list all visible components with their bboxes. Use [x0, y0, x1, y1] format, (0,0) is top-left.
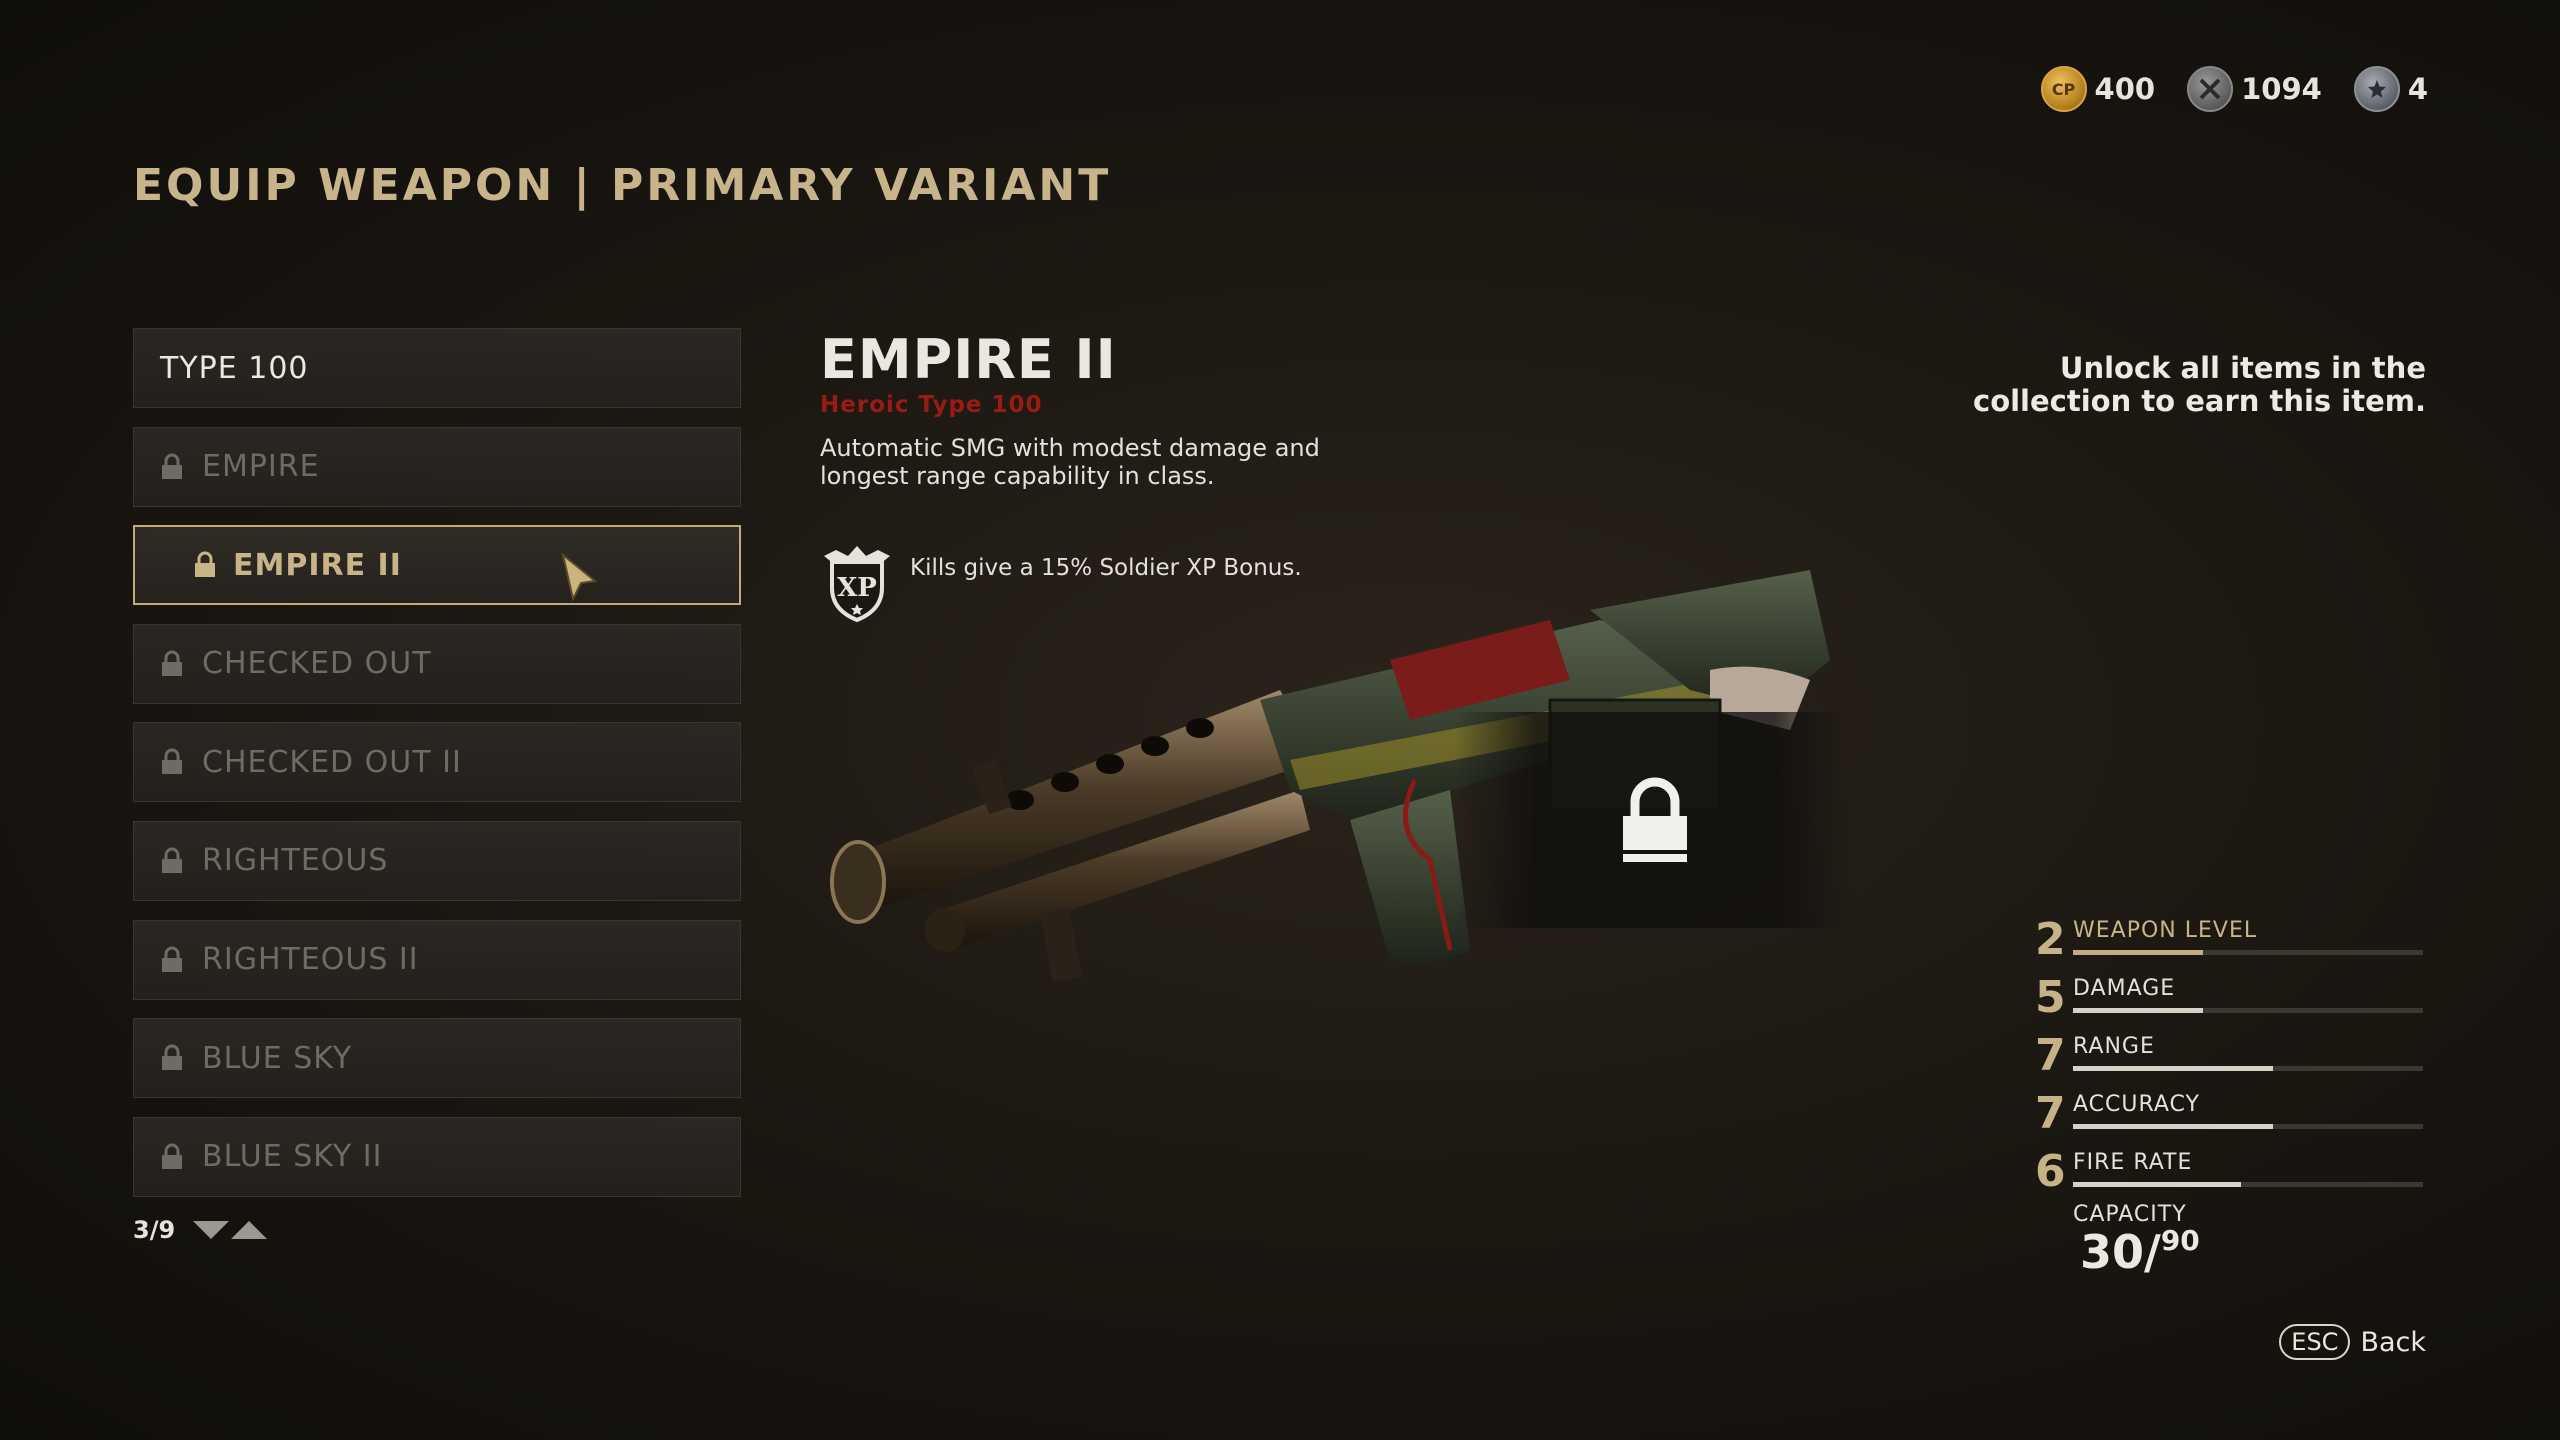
lock-icon: [162, 650, 182, 676]
lock-icon: [162, 453, 182, 479]
variant-checked-out-ii[interactable]: CHECKED OUT II: [133, 722, 741, 803]
esc-key-icon: ESC: [2279, 1324, 2351, 1360]
variant-label: EMPIRE: [202, 449, 320, 485]
stat-label: FIRE RATE: [2073, 1150, 2193, 1175]
lock-icon: [162, 847, 182, 873]
stat-accuracy: 7 ACCURACY: [2035, 1086, 2425, 1144]
variant-type-100[interactable]: TYPE 100: [133, 328, 741, 408]
capacity-value: 30/90: [2080, 1224, 2200, 1279]
page-indicator: 3/9: [133, 1216, 176, 1244]
weapon-stats: 2 WEAPON LEVEL 5 DAMAGE 7 RANGE 7 ACCURA…: [2035, 912, 2425, 1202]
variant-righteous[interactable]: RIGHTEOUS: [133, 820, 741, 901]
stat-bar-fill: [2073, 1008, 2203, 1013]
weapon-rarity: Heroic Type 100: [820, 392, 1043, 418]
locked-overlay: [1455, 712, 1855, 928]
stat-range: 7 RANGE: [2035, 1028, 2425, 1086]
cp-amount: 400: [2094, 72, 2156, 106]
armory-parts-currency: 1094: [2187, 66, 2322, 112]
variant-blue-sky[interactable]: BLUE SKY: [133, 1018, 741, 1099]
weapon-description: Automatic SMG with modest damage and lon…: [820, 434, 1320, 490]
lock-icon: [162, 1044, 182, 1071]
scroll-down-icon[interactable]: [193, 1221, 230, 1239]
stat-label: RANGE: [2073, 1034, 2155, 1059]
stat-bar-fill: [2073, 950, 2203, 955]
unlock-note: Unlock all items in the collection to ea…: [1973, 351, 2426, 418]
weapon-name: EMPIRE II: [820, 328, 1117, 391]
stat-bar: [2073, 950, 2423, 955]
stat-label: WEAPON LEVEL: [2073, 918, 2258, 943]
supply-drop-icon: [2353, 66, 2400, 112]
variant-label: EMPIRE II: [233, 547, 402, 583]
stat-value: 2: [2035, 914, 2066, 965]
lock-icon: [162, 946, 182, 972]
capacity-mag: 30/: [2080, 1225, 2161, 1279]
lock-icon: [162, 748, 182, 775]
large-lock-icon: [1623, 777, 1687, 862]
variant-empire-ii[interactable]: EMPIRE II: [133, 525, 741, 606]
armory-parts-icon: [2187, 66, 2234, 112]
list-pager: 3/9: [133, 1216, 268, 1244]
back-button[interactable]: ESC Back: [2279, 1324, 2426, 1360]
supply-drop-currency: 4: [2353, 66, 2428, 112]
cp-currency: CP 400: [2040, 66, 2156, 112]
stat-fire-rate: 6 FIRE RATE: [2035, 1144, 2425, 1202]
stat-value: 5: [2035, 972, 2066, 1023]
variant-label: BLUE SKY II: [202, 1139, 383, 1175]
variant-blue-sky-ii[interactable]: BLUE SKY II: [133, 1116, 741, 1197]
stat-value: 6: [2035, 1146, 2066, 1197]
lock-icon: [162, 1143, 182, 1169]
currency-bar: CP 400 1094 4: [2040, 66, 2428, 112]
stat-bar-fill: [2073, 1124, 2273, 1129]
variant-checked-out[interactable]: CHECKED OUT: [133, 623, 741, 704]
variant-label: CHECKED OUT: [202, 646, 432, 682]
stat-bar-fill: [2073, 1066, 2273, 1071]
stat-bar: [2073, 1008, 2423, 1013]
variant-label: TYPE 100: [160, 350, 309, 386]
back-label: Back: [2360, 1326, 2426, 1358]
variant-label: RIGHTEOUS: [202, 843, 389, 879]
capacity-reserve: 90: [2160, 1224, 2200, 1257]
stat-label: ACCURACY: [2073, 1092, 2200, 1117]
mouse-cursor-icon: [561, 553, 598, 602]
cp-coin-icon: CP: [2040, 66, 2087, 112]
variant-list: TYPE 100 EMPIRE EMPIRE II CHECKED OUT CH…: [133, 328, 741, 1215]
stat-bar-fill: [2073, 1182, 2241, 1187]
supply-drop-amount: 4: [2407, 72, 2428, 106]
variant-label: RIGHTEOUS II: [202, 942, 419, 978]
armory-parts-amount: 1094: [2241, 72, 2322, 106]
variant-righteous-ii[interactable]: RIGHTEOUS II: [133, 919, 741, 1000]
variant-empire[interactable]: EMPIRE: [133, 426, 741, 507]
stat-label: DAMAGE: [2073, 976, 2176, 1001]
stat-bar: [2073, 1182, 2423, 1187]
lock-icon: [195, 551, 215, 578]
stat-damage: 5 DAMAGE: [2035, 970, 2425, 1028]
stat-bar: [2073, 1124, 2423, 1129]
variant-label: CHECKED OUT II: [202, 744, 462, 780]
stat-bar: [2073, 1066, 2423, 1071]
page-title: EQUIP WEAPON | PRIMARY VARIANT: [133, 160, 1112, 211]
scroll-up-icon[interactable]: [231, 1221, 268, 1239]
variant-label: BLUE SKY: [202, 1040, 353, 1076]
stat-weapon-level: 2 WEAPON LEVEL: [2035, 912, 2425, 970]
stat-value: 7: [2035, 1088, 2066, 1139]
stat-value: 7: [2035, 1030, 2066, 1081]
